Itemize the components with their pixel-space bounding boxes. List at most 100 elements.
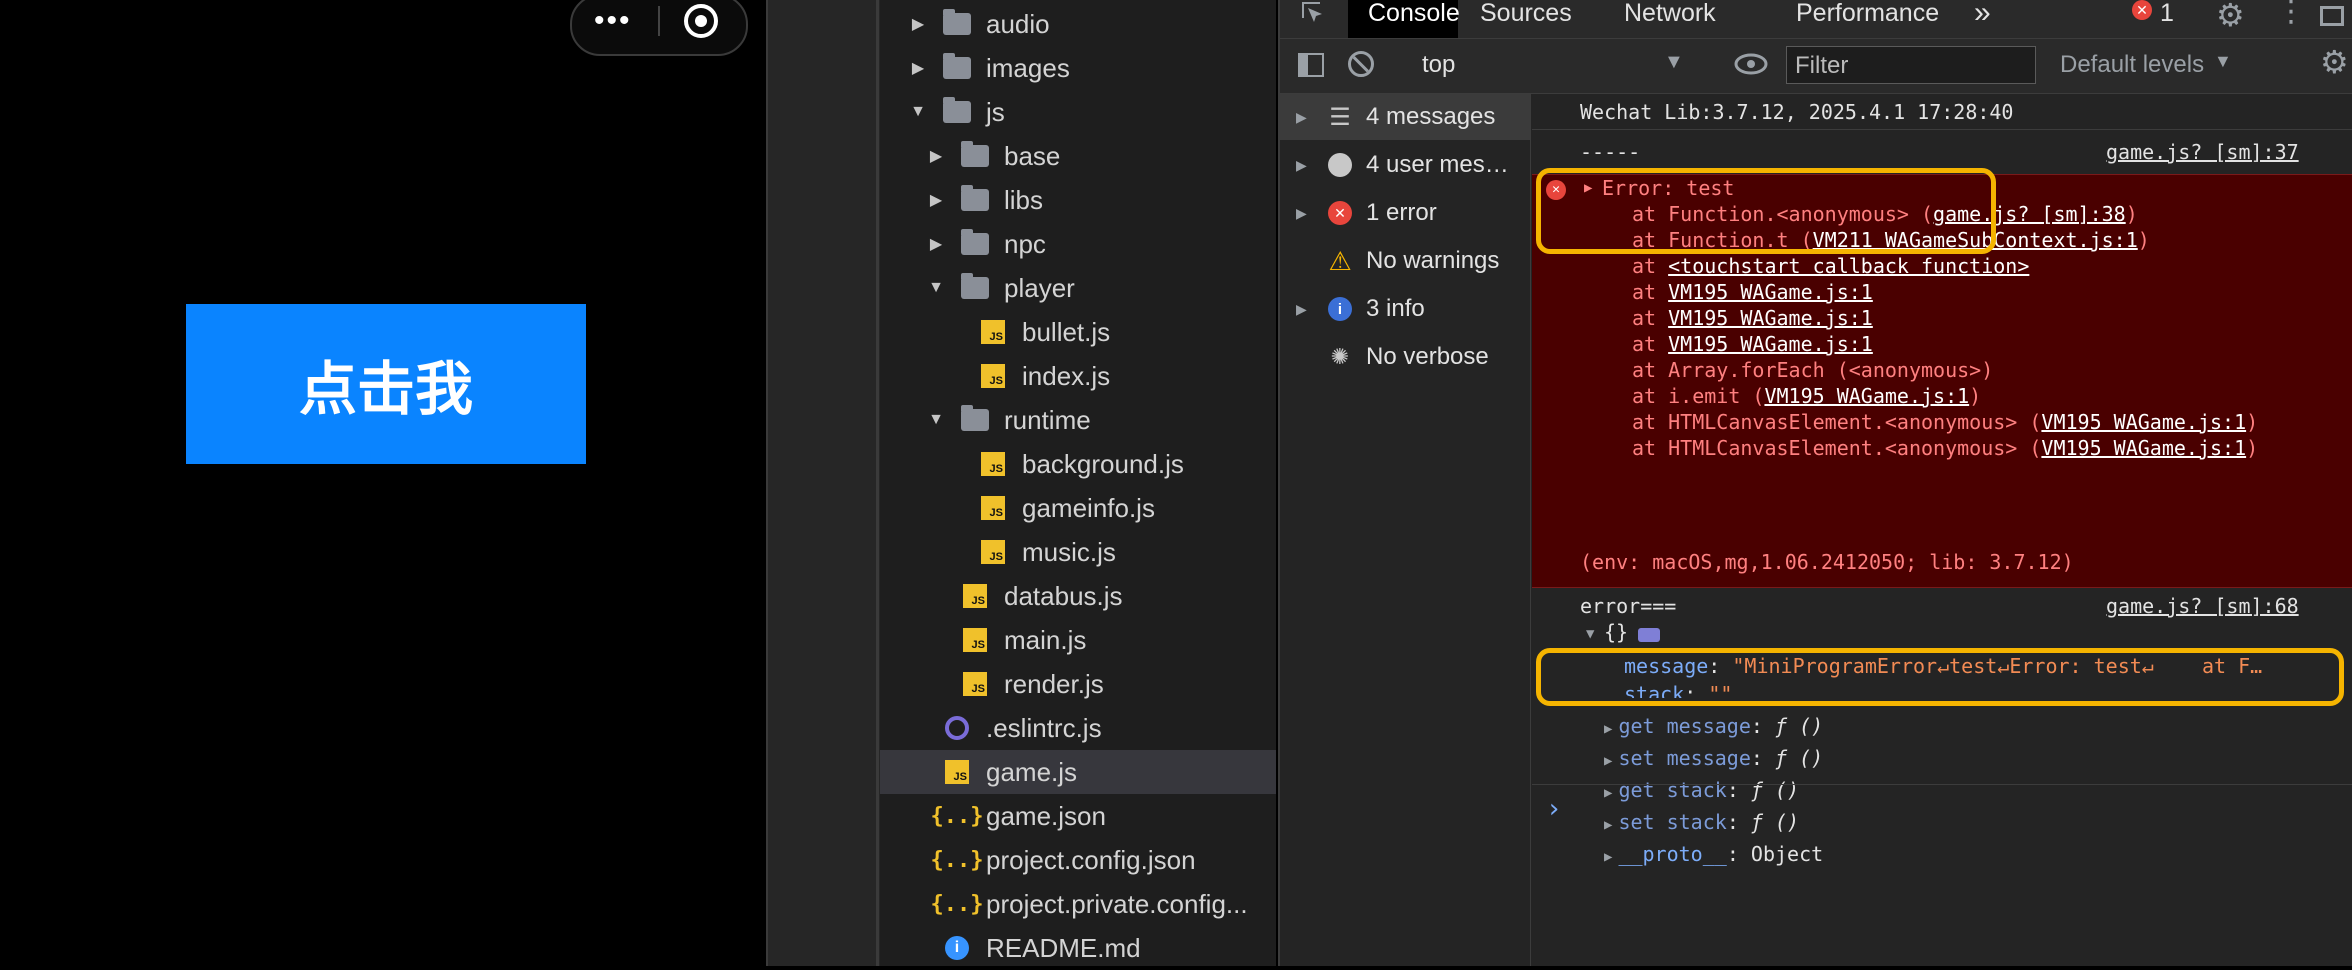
object-accessor-row[interactable]: ▶ set message: ƒ () — [1604, 746, 1823, 770]
dock-icon[interactable] — [2320, 6, 2344, 26]
tree-item[interactable]: ▼ player — [880, 266, 1276, 310]
stack-frame-link[interactable]: VM195 WAGame.js:1 — [1668, 306, 1873, 330]
stack-frame-link[interactable]: VM195 WAGame.js:1 — [1764, 384, 1969, 408]
expand-triangle-icon[interactable]: ▶ — [1604, 849, 1612, 865]
tree-item[interactable]: JS bullet.js — [880, 310, 1276, 354]
tab-network[interactable]: Network — [1624, 0, 1716, 38]
tree-item[interactable]: JS main.js — [880, 618, 1276, 662]
sidebar-toggle-icon[interactable] — [1298, 53, 1324, 77]
tree-item[interactable]: ▶ audio — [880, 2, 1276, 46]
source-link[interactable]: game.js? [sm]:37 — [2106, 140, 2299, 164]
tree-item[interactable]: JS databus.js — [880, 574, 1276, 618]
tree-item[interactable]: JS gameinfo.js — [880, 486, 1276, 530]
mini-program-capsule[interactable]: ••• — [570, 0, 748, 56]
tree-item[interactable]: ▶ npc — [880, 222, 1276, 266]
tree-item[interactable]: ▼ js — [880, 90, 1276, 134]
chevron-right-icon[interactable]: ▶ — [926, 234, 946, 254]
object-accessor-row[interactable]: ▶ set stack: ƒ () — [1604, 810, 1799, 834]
chevron-right-icon[interactable]: ▶ — [1296, 301, 1316, 318]
tree-item[interactable]: ▼ runtime — [880, 398, 1276, 442]
tree-item-label: project.private.config... — [986, 888, 1248, 919]
info-badge-icon[interactable] — [1638, 628, 1660, 642]
console-filter-item[interactable]: ⚠ No warnings — [1280, 238, 1530, 284]
gear-icon[interactable]: ⚙ — [2216, 0, 2245, 34]
json-file-icon: {..} — [930, 891, 984, 917]
tree-item[interactable]: JS game.js — [880, 750, 1276, 794]
chevron-down-icon[interactable]: ▼ — [1664, 51, 1684, 74]
tree-item-label: background.js — [1022, 448, 1184, 479]
tree-item[interactable]: ▶ base — [880, 134, 1276, 178]
object-accessor-row[interactable]: ▶ __proto__: Object — [1604, 842, 1823, 866]
levels-chevron-icon[interactable]: ▼ — [2214, 51, 2232, 72]
js-file-icon: JS — [960, 671, 990, 697]
tree-item[interactable]: .eslintrc.js — [880, 706, 1276, 750]
tree-item-label: bullet.js — [1022, 316, 1111, 347]
console-filter-item[interactable]: ✺ No verbose — [1280, 334, 1530, 380]
tree-item[interactable]: {..} game.json — [880, 794, 1276, 838]
chevron-right-icon[interactable]: ▶ — [1296, 157, 1316, 174]
expand-triangle-icon[interactable]: ▶ — [1604, 817, 1612, 833]
source-link-2[interactable]: game.js? [sm]:68 — [2106, 594, 2299, 618]
expand-triangle-icon[interactable]: ▶ — [1604, 721, 1612, 737]
folder-icon — [960, 405, 990, 433]
eslint-file-icon — [942, 715, 972, 741]
chevron-right-icon[interactable]: ▶ — [926, 146, 946, 166]
stack-frame-link[interactable]: VM195 WAGame.js:1 — [2041, 410, 2246, 434]
object-accessor-row[interactable]: ▶ get stack: ƒ () — [1604, 778, 1799, 802]
object-accessor-row[interactable]: ▶ get message: ƒ () — [1604, 714, 1823, 738]
chevron-right-icon[interactable]: ▶ — [1296, 109, 1316, 126]
filter-input[interactable]: Filter — [1786, 46, 2036, 84]
kebab-menu-icon[interactable]: ⋮ — [2276, 0, 2306, 29]
game-click-button[interactable]: 点击我 — [186, 304, 586, 464]
console-settings-icon[interactable]: ⚙ — [2320, 43, 2349, 81]
clear-console-icon[interactable] — [1348, 51, 1374, 77]
tree-item[interactable]: i README.md — [880, 926, 1276, 970]
close-target-icon[interactable] — [684, 4, 718, 38]
chevron-down-icon[interactable]: ▼ — [926, 278, 946, 298]
eye-icon[interactable] — [1734, 52, 1768, 76]
devtools-tab-bar: Console Sources Network Performance » ✕ … — [1280, 0, 2352, 39]
tree-item[interactable]: {..} project.config.json — [880, 838, 1276, 882]
tab-performance[interactable]: Performance — [1796, 0, 1939, 38]
console-filter-item[interactable]: ▶ ☰ 4 messages — [1280, 94, 1530, 140]
console-filter-item[interactable]: ▶ i 3 info — [1280, 286, 1530, 332]
tree-item[interactable]: JS music.js — [880, 530, 1276, 574]
log-levels-select[interactable]: Default levels — [2060, 51, 2204, 79]
error-badge-icon[interactable]: ✕ — [2132, 0, 2152, 20]
stack-frame-link[interactable]: <touchstart callback function> — [1668, 254, 2029, 278]
tree-item[interactable]: JS render.js — [880, 662, 1276, 706]
chevron-right-icon[interactable]: ▶ — [1296, 205, 1316, 222]
chevron-down-icon[interactable]: ▼ — [908, 102, 928, 122]
tree-item[interactable]: JS background.js — [880, 442, 1276, 486]
console-prompt[interactable]: › — [1546, 794, 1562, 824]
accessor-value: Object — [1750, 842, 1824, 866]
console-filter-item[interactable]: ▶ 4 user mes… — [1280, 142, 1530, 188]
chevron-down-icon[interactable]: ▼ — [926, 410, 946, 430]
splitter[interactable] — [876, 0, 879, 966]
error-label-line: error=== — [1580, 594, 1677, 618]
tree-item[interactable]: ▶ images — [880, 46, 1276, 90]
chevron-right-icon[interactable]: ▶ — [908, 14, 928, 34]
tab-sources[interactable]: Sources — [1480, 0, 1572, 38]
stack-frame-link[interactable]: VM195 WAGame.js:1 — [1668, 280, 1873, 304]
error-count[interactable]: 1 — [2160, 0, 2174, 38]
tree-item[interactable]: ▶ libs — [880, 178, 1276, 222]
chevron-right-icon[interactable]: ▶ — [926, 190, 946, 210]
context-select[interactable]: top — [1422, 51, 1455, 79]
more-tabs-icon[interactable]: » — [1974, 0, 1991, 38]
inspect-icon[interactable] — [1298, 0, 1328, 30]
console-filter-item[interactable]: ▶ ✕ 1 error — [1280, 190, 1530, 236]
expand-triangle-icon[interactable]: ▶ — [1604, 785, 1612, 801]
collapse-triangle-icon[interactable]: ▼ — [1586, 626, 1594, 642]
expand-triangle-icon[interactable]: ▶ — [1604, 753, 1612, 769]
more-icon[interactable]: ••• — [594, 6, 632, 36]
tree-item[interactable]: {..} project.private.config... — [880, 882, 1276, 926]
stack-frame-link[interactable]: VM195 WAGame.js:1 — [2041, 436, 2246, 460]
chevron-right-icon[interactable]: ▶ — [908, 58, 928, 78]
tab-console[interactable]: Console — [1348, 0, 1460, 38]
tree-item[interactable]: JS index.js — [880, 354, 1276, 398]
stack-frame-link[interactable]: VM195 WAGame.js:1 — [1668, 332, 1873, 356]
